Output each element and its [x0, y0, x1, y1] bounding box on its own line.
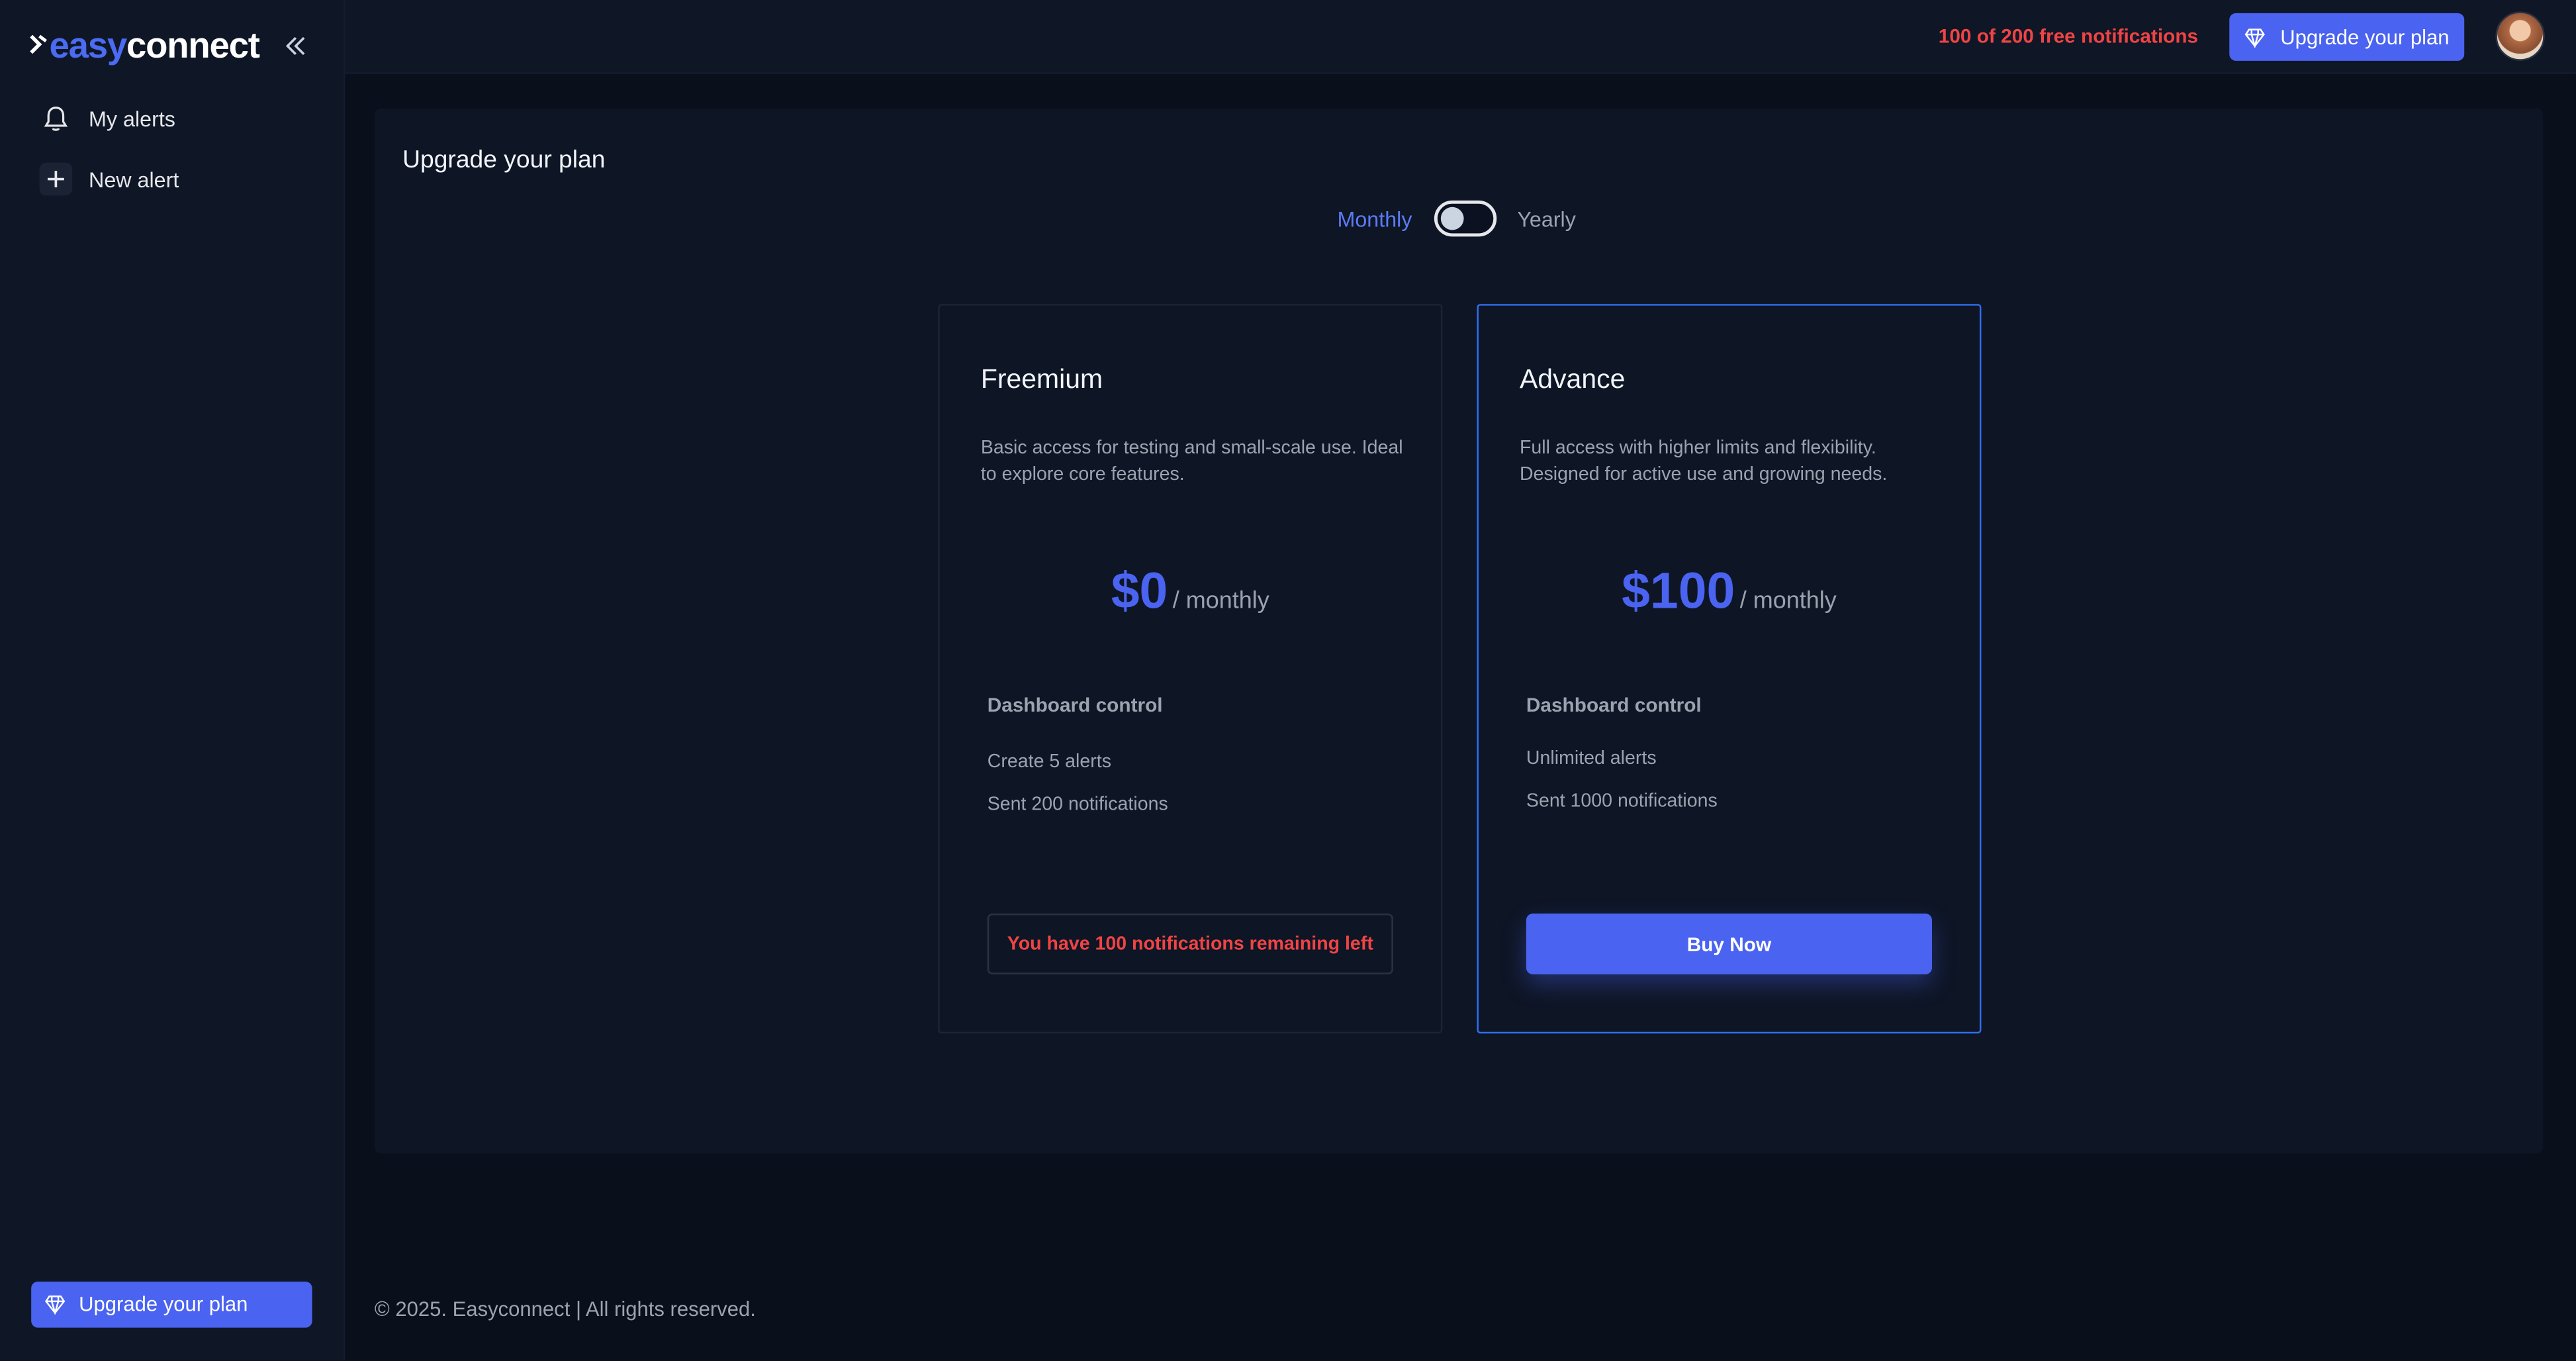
billing-period-toggle[interactable]: [1433, 200, 1496, 237]
plan-price-amount: $0: [1111, 561, 1168, 620]
sidebar-item-new-alert[interactable]: New alert: [39, 162, 179, 196]
remaining-notifications-notice: You have 100 notifications remaining lef…: [987, 914, 1393, 974]
plan-feature-item: Create 5 alerts: [987, 752, 1112, 773]
sidebar-item-label: New alert: [89, 166, 179, 192]
logo-arrow-icon: [30, 33, 48, 60]
plan-price-period: / monthly: [1739, 588, 1837, 615]
notification-quota-text: 100 of 200 free notifications: [1938, 24, 2199, 48]
plan-features-heading: Dashboard control: [987, 693, 1163, 717]
billing-yearly-label[interactable]: Yearly: [1517, 207, 1576, 231]
plan-name: Advance: [1519, 365, 1626, 395]
top-bar: 100 of 200 free notifications Upgrade yo…: [345, 0, 2576, 74]
collapse-sidebar-button[interactable]: [279, 30, 312, 63]
plan-price-amount: $100: [1622, 561, 1735, 620]
diamond-icon: [44, 1295, 66, 1315]
plan-feature-item: Unlimited alerts: [1526, 749, 1657, 769]
topbar-upgrade-button[interactable]: Upgrade your plan: [2229, 13, 2465, 61]
easyconnect-logo[interactable]: easy connect: [30, 24, 260, 68]
plan-card-freemium: Freemium Basic access for testing and sm…: [938, 304, 1443, 1034]
upgrade-plan-panel: Upgrade your plan Monthly Yearly Freemiu…: [374, 108, 2544, 1154]
plus-icon: [39, 162, 73, 196]
buy-now-button[interactable]: Buy Now: [1526, 914, 1932, 974]
plan-description: Basic access for testing and small-scale…: [980, 438, 1403, 484]
billing-period-switch: Monthly Yearly: [1337, 200, 1576, 237]
plan-price: $0/ monthly: [940, 562, 1441, 621]
bell-icon: [40, 102, 73, 135]
plan-card-advance: Advance Full access with higher limits a…: [1477, 304, 1982, 1034]
plan-features-heading: Dashboard control: [1526, 693, 1702, 717]
plan-price-period: / monthly: [1172, 588, 1269, 615]
app-root: easy connect My alerts New alert Upgrade…: [0, 0, 2576, 1361]
diamond-icon: [2244, 27, 2266, 47]
sidebar-item-label: My alerts: [89, 106, 175, 131]
topbar-upgrade-label: Upgrade your plan: [2280, 25, 2450, 49]
page-title: Upgrade your plan: [402, 146, 606, 175]
billing-monthly-label[interactable]: Monthly: [1337, 207, 1412, 231]
toggle-knob: [1440, 207, 1463, 230]
logo-text-connect: connect: [126, 24, 260, 66]
double-chevron-left-icon: [285, 36, 305, 56]
logo-text-easy: easy: [49, 24, 127, 66]
sidebar-upgrade-button[interactable]: Upgrade your plan: [31, 1282, 312, 1328]
user-avatar[interactable]: [2495, 11, 2545, 61]
footer-copyright: © 2025. Easyconnect | All rights reserve…: [374, 1297, 756, 1321]
plan-name: Freemium: [980, 365, 1103, 395]
plan-feature-item: Sent 1000 notifications: [1526, 792, 1718, 812]
plan-description: Full access with higher limits and flexi…: [1519, 438, 1888, 484]
sidebar-upgrade-label: Upgrade your plan: [79, 1293, 248, 1317]
sidebar-item-my-alerts[interactable]: My alerts: [40, 102, 175, 135]
sidebar: easy connect My alerts New alert Upgrade…: [0, 0, 345, 1361]
plan-feature-item: Sent 200 notifications: [987, 795, 1168, 816]
plan-price: $100/ monthly: [1479, 562, 1980, 621]
